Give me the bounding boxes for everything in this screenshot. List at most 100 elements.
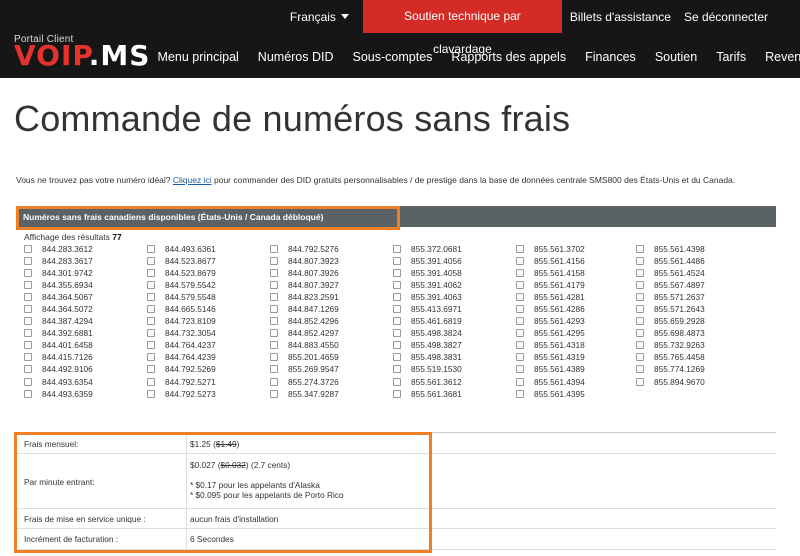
number-option[interactable]: 855.561.4389: [516, 363, 636, 375]
number-checkbox[interactable]: [24, 281, 32, 290]
number-checkbox[interactable]: [636, 341, 644, 350]
number-option[interactable]: 844.847.1269: [270, 303, 393, 315]
number-option[interactable]: 855.561.3612: [393, 376, 516, 388]
number-option[interactable]: 855.571.2643: [636, 303, 744, 315]
logo[interactable]: Portail Client VOIP.MS: [14, 34, 150, 70]
number-checkbox[interactable]: [270, 257, 278, 266]
number-checkbox[interactable]: [393, 317, 401, 326]
number-option[interactable]: 855.774.1269: [636, 363, 744, 375]
number-option[interactable]: 844.301.9742: [24, 267, 147, 279]
number-option[interactable]: 844.792.5273: [147, 388, 270, 400]
number-option[interactable]: 844.807.3927: [270, 279, 393, 291]
number-option[interactable]: 855.561.3681: [393, 388, 516, 400]
number-option[interactable]: 844.283.3612: [24, 243, 147, 255]
number-option[interactable]: 855.561.4158: [516, 267, 636, 279]
number-checkbox[interactable]: [393, 281, 401, 290]
number-option[interactable]: 844.283.3617: [24, 255, 147, 267]
number-option[interactable]: 844.665.5146: [147, 303, 270, 315]
number-option[interactable]: 844.823.2591: [270, 291, 393, 303]
number-checkbox[interactable]: [393, 377, 401, 386]
number-option[interactable]: 844.392.6881: [24, 327, 147, 339]
number-option[interactable]: 855.347.9287: [270, 388, 393, 400]
nav-reseller[interactable]: Revendeur: [756, 50, 800, 64]
number-checkbox[interactable]: [147, 281, 155, 290]
number-checkbox[interactable]: [147, 317, 155, 326]
number-checkbox[interactable]: [636, 269, 644, 278]
number-option[interactable]: 844.364.5067: [24, 291, 147, 303]
number-option[interactable]: 844.579.5548: [147, 291, 270, 303]
number-option[interactable]: 855.567.4897: [636, 279, 744, 291]
number-option[interactable]: 855.498.3831: [393, 351, 516, 363]
number-checkbox[interactable]: [24, 245, 32, 253]
number-checkbox[interactable]: [393, 365, 401, 374]
number-checkbox[interactable]: [393, 353, 401, 362]
number-option[interactable]: 855.413.6971: [393, 303, 516, 315]
number-checkbox[interactable]: [147, 257, 155, 266]
number-option[interactable]: 844.401.6458: [24, 339, 147, 351]
number-checkbox[interactable]: [24, 257, 32, 266]
number-option[interactable]: 844.807.3923: [270, 255, 393, 267]
number-checkbox[interactable]: [24, 377, 32, 386]
logout-link[interactable]: Se déconnecter: [684, 10, 800, 24]
number-checkbox[interactable]: [636, 365, 644, 374]
number-option[interactable]: 855.561.4281: [516, 291, 636, 303]
number-option[interactable]: 855.372.0681: [393, 243, 516, 255]
number-checkbox[interactable]: [270, 389, 278, 398]
live-chat-support-button[interactable]: Soutien technique par clavardage: [362, 0, 562, 56]
number-checkbox[interactable]: [270, 305, 278, 314]
number-option[interactable]: 855.561.3702: [516, 243, 636, 255]
number-checkbox[interactable]: [147, 377, 155, 386]
number-option[interactable]: 855.201.4659: [270, 351, 393, 363]
number-option[interactable]: 855.274.3726: [270, 376, 393, 388]
number-checkbox[interactable]: [516, 281, 524, 290]
language-selector[interactable]: Français: [290, 10, 363, 24]
number-checkbox[interactable]: [393, 329, 401, 338]
number-checkbox[interactable]: [393, 389, 401, 398]
number-checkbox[interactable]: [636, 329, 644, 338]
number-checkbox[interactable]: [516, 317, 524, 326]
number-option[interactable]: 855.561.4398: [636, 243, 744, 255]
number-checkbox[interactable]: [147, 305, 155, 314]
number-checkbox[interactable]: [516, 365, 524, 374]
number-option[interactable]: 844.493.6354: [24, 376, 147, 388]
number-option[interactable]: 855.498.3827: [393, 339, 516, 351]
number-option[interactable]: 844.732.3054: [147, 327, 270, 339]
number-option[interactable]: 844.355.6934: [24, 279, 147, 291]
number-checkbox[interactable]: [270, 353, 278, 362]
number-checkbox[interactable]: [270, 317, 278, 326]
number-option[interactable]: 844.852.4296: [270, 315, 393, 327]
number-checkbox[interactable]: [393, 305, 401, 314]
number-checkbox[interactable]: [516, 353, 524, 362]
number-checkbox[interactable]: [393, 269, 401, 278]
number-option[interactable]: 844.493.6359: [24, 388, 147, 400]
number-checkbox[interactable]: [636, 281, 644, 290]
number-checkbox[interactable]: [393, 257, 401, 266]
number-option[interactable]: 844.523.8677: [147, 255, 270, 267]
number-option[interactable]: 855.894.9670: [636, 376, 744, 388]
number-option[interactable]: 844.364.5072: [24, 303, 147, 315]
number-checkbox[interactable]: [270, 269, 278, 278]
nav-did-numbers[interactable]: Numéros DID: [248, 50, 343, 64]
number-checkbox[interactable]: [516, 245, 524, 253]
number-option[interactable]: 855.561.4318: [516, 339, 636, 351]
number-option[interactable]: 855.561.4179: [516, 279, 636, 291]
number-checkbox[interactable]: [147, 389, 155, 398]
number-checkbox[interactable]: [147, 245, 155, 253]
number-checkbox[interactable]: [270, 245, 278, 253]
number-option[interactable]: 855.561.4395: [516, 388, 636, 400]
number-checkbox[interactable]: [516, 341, 524, 350]
number-checkbox[interactable]: [147, 341, 155, 350]
number-option[interactable]: 844.415.7126: [24, 351, 147, 363]
number-option[interactable]: 844.792.5269: [147, 363, 270, 375]
number-option[interactable]: 855.391.4058: [393, 267, 516, 279]
number-option[interactable]: 855.765.4458: [636, 351, 744, 363]
number-checkbox[interactable]: [147, 329, 155, 338]
number-checkbox[interactable]: [24, 305, 32, 314]
number-checkbox[interactable]: [636, 293, 644, 302]
click-here-link[interactable]: Cliquez ici: [173, 175, 212, 185]
number-option[interactable]: 855.561.4394: [516, 376, 636, 388]
number-option[interactable]: 844.883.4550: [270, 339, 393, 351]
number-checkbox[interactable]: [393, 293, 401, 302]
number-option[interactable]: 855.269.9547: [270, 363, 393, 375]
number-checkbox[interactable]: [516, 269, 524, 278]
